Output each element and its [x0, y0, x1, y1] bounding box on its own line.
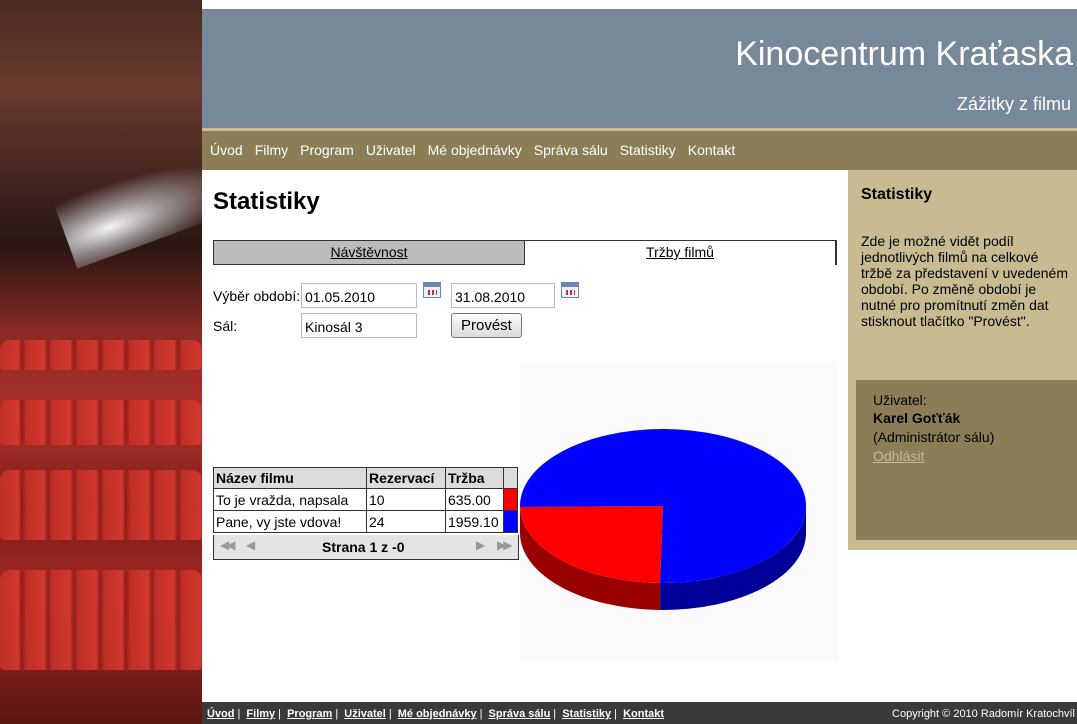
first-page-icon[interactable]: ◀◀ [220, 538, 236, 552]
nav-item-objednavky[interactable]: Mé objednávky [428, 142, 522, 158]
column-header-film[interactable]: Název filmu [213, 467, 367, 489]
footer-link-uvod[interactable]: Úvod [207, 708, 235, 720]
table-pager: ◀◀ ◀ Strana 1 z -0 ▶ ▶▶ [213, 535, 519, 560]
nav-item-uvod[interactable]: Úvod [210, 142, 243, 158]
prev-page-icon[interactable]: ◀ [246, 538, 255, 552]
footer-links: Úvod | Filmy | Program | Uživatel | Mé objed… [207, 708, 665, 720]
footer-link-program[interactable]: Program [287, 708, 332, 720]
user-box: Uživatel: Karel Goťťák (Administrátor sá… [856, 380, 1077, 540]
footer-link-statistiky[interactable]: Statistiky [562, 708, 611, 720]
user-name: Karel Goťťák [873, 410, 961, 426]
footer-link-sprava-salu[interactable]: Správa sálu [489, 708, 551, 720]
sidebar: Statistiky Zde je možné vidět podíl jedn… [848, 170, 1077, 550]
copyright: Copyright © 2010 Radomír Kratochvíl [892, 708, 1075, 720]
user-role: (Administrátor sálu) [873, 429, 995, 445]
table-row[interactable]: To je vražda, napsala 10 635.00 [213, 488, 518, 511]
stats-tabs: Návštěvnost Tržby filmů [213, 240, 837, 265]
nav-item-program[interactable]: Program [300, 142, 354, 158]
color-swatch [503, 510, 518, 533]
column-header-revenue[interactable]: Tržba [445, 467, 504, 489]
table-row[interactable]: Pane, vy jste vdova! 24 1959.10 [213, 510, 518, 533]
footer-link-uzivatel[interactable]: Uživatel [344, 708, 386, 720]
nav-item-filmy[interactable]: Filmy [255, 142, 288, 158]
footer-link-kontakt[interactable]: Kontakt [623, 708, 664, 720]
reservations-cell: 24 [366, 510, 446, 533]
color-swatch [503, 488, 518, 511]
date-to-input[interactable] [451, 283, 555, 308]
tab-navstevnost[interactable]: Návštěvnost [214, 241, 525, 265]
footer-link-objednavky[interactable]: Mé objednávky [398, 708, 477, 720]
user-label: Uživatel: [873, 392, 927, 408]
column-header-reservations[interactable]: Rezervací [366, 467, 446, 489]
cinema-hall-photo [0, 0, 202, 724]
period-label: Výběr období: [213, 288, 301, 304]
logout-link[interactable]: Odhlásit [873, 448, 924, 464]
next-page-icon[interactable]: ▶ [476, 538, 485, 552]
nav-item-sprava-salu[interactable]: Správa sálu [534, 142, 608, 158]
calendar-icon[interactable] [561, 282, 579, 298]
page-title: Statistiky [213, 188, 320, 215]
film-name-cell: To je vražda, napsala [213, 488, 367, 511]
revenue-cell: 1959.10 [445, 510, 504, 533]
sidebar-help-text: Zde je možné vidět podíl jednotlivých fi… [861, 233, 1069, 329]
tab-trzby-filmu[interactable]: Tržby filmů [525, 241, 836, 265]
footer-link-filmy[interactable]: Filmy [246, 708, 275, 720]
reservations-cell: 10 [366, 488, 446, 511]
revenue-cell: 635.00 [445, 488, 504, 511]
date-from-input[interactable] [301, 283, 417, 308]
site-header: Kinocentrum Kraťaska Zážitky z filmu [202, 9, 1077, 128]
hall-input[interactable] [301, 313, 417, 338]
nav-item-statistiky[interactable]: Statistiky [620, 142, 676, 158]
calendar-icon[interactable] [423, 282, 441, 298]
sidebar-title: Statistiky [861, 186, 933, 203]
footer: Úvod | Filmy | Program | Uživatel | Mé objed… [202, 702, 1077, 724]
submit-button[interactable]: Provést [451, 313, 522, 338]
site-subtitle: Zážitky z filmu [956, 94, 1071, 114]
pager-text: Strana 1 z -0 [322, 539, 405, 555]
site-title: Kinocentrum Kraťaska [735, 35, 1073, 73]
film-name-cell: Pane, vy jste vdova! [213, 510, 367, 533]
revenue-pie-chart: To je vražda, napsala: 635Pane, vy jste … [520, 361, 838, 661]
hall-label: Sál: [213, 318, 238, 334]
nav-item-uzivatel[interactable]: Uživatel [366, 142, 416, 158]
last-page-icon[interactable]: ▶▶ [497, 538, 513, 552]
main-nav: Úvod Filmy Program Uživatel Mé objednávk… [202, 128, 1077, 170]
revenue-table: Název filmu Rezervací Tržba To je vražda… [213, 467, 518, 533]
main-content: Statistiky Návštěvnost Tržby filmů Výběr… [202, 170, 848, 690]
nav-item-kontakt[interactable]: Kontakt [688, 142, 735, 158]
